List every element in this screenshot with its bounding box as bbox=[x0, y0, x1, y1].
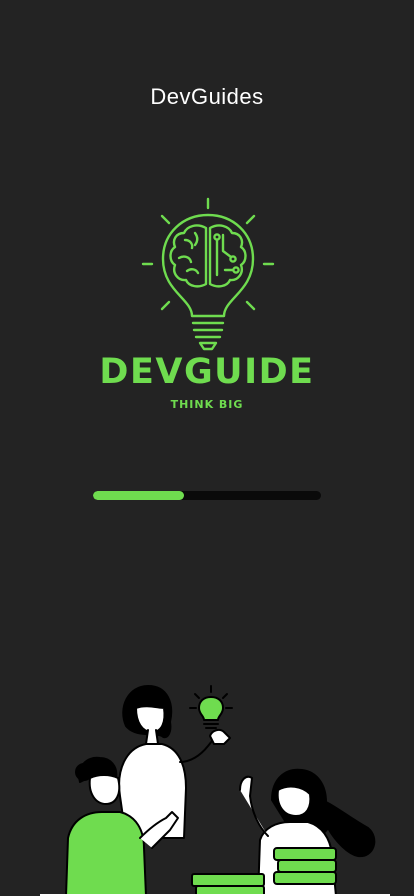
splash-screen: DevGuides DEVGUIDE THINK BIG bbox=[0, 0, 414, 896]
small-lightbulb-icon bbox=[189, 685, 233, 729]
loading-progress-fill bbox=[93, 491, 185, 500]
brand-tagline: THINK BIG bbox=[170, 398, 244, 411]
app-title: DevGuides bbox=[150, 84, 264, 109]
people-studying-illustration bbox=[39, 678, 391, 896]
brain-lightbulb-icon bbox=[137, 195, 279, 355]
books-on-table bbox=[191, 873, 265, 896]
brand-name: DEVGUIDE bbox=[99, 352, 315, 392]
loading-progress-bar bbox=[93, 491, 321, 500]
